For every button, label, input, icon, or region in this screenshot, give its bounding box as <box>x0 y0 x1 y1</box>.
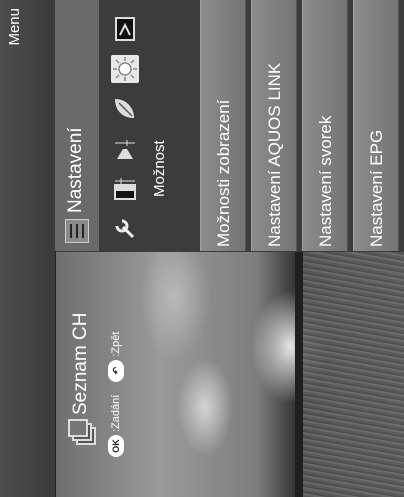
ok-button-icon: OK <box>108 435 124 457</box>
grass-field <box>303 252 404 497</box>
sun-icon[interactable] <box>111 55 139 83</box>
menu-item-display-options[interactable]: Možnosti zobrazení <box>200 0 246 251</box>
menu-item-aquos-link[interactable]: Nastavení AQUOS LINK <box>251 0 297 251</box>
category-label: Možnost <box>151 140 168 197</box>
tab-channel-list[interactable]: Seznam CH <box>64 295 102 445</box>
back-button-icon: ↶ <box>108 359 124 382</box>
hint-enter: OK :Zadání <box>108 395 124 457</box>
menu-item-epg-settings[interactable]: Nastavení EPG <box>353 0 399 251</box>
hint-back-label: :Zpět <box>109 331 122 357</box>
leaf-icon[interactable] <box>111 95 139 123</box>
settings-menu-list: Možnosti zobrazení Nastavení AQUOS LINK … <box>200 0 404 251</box>
contrast-icon[interactable] <box>111 175 139 203</box>
tab-settings-label: Nastavení <box>65 127 86 213</box>
play-icon[interactable] <box>111 15 139 43</box>
menu-title: Menu <box>6 8 23 46</box>
tab-channel-list-label: Seznam CH <box>70 312 91 415</box>
settings-icon <box>65 219 89 243</box>
button-hints: OK :Zadání ↶ :Zpět <box>108 257 130 457</box>
wrench-icon[interactable] <box>111 215 139 243</box>
top-bar: Menu <box>0 0 56 497</box>
menu-screen: Menu Seznam CH OK :Zadání ↶ :Zpět Nastaven… <box>0 0 404 497</box>
hint-back: ↶ :Zpět <box>108 332 124 382</box>
settings-category-icons <box>99 0 149 251</box>
horizon-treeline <box>295 252 303 497</box>
hint-enter-label: :Zadání <box>109 394 122 432</box>
audio-icon[interactable] <box>111 135 139 163</box>
tv-screen: Menu Seznam CH OK :Zadání ↶ :Zpět Nastaven… <box>0 0 404 497</box>
menu-item-terminal-settings[interactable]: Nastavení svorek <box>302 0 348 251</box>
tab-settings[interactable]: Nastavení <box>55 0 99 251</box>
channel-list-icon <box>68 419 96 445</box>
